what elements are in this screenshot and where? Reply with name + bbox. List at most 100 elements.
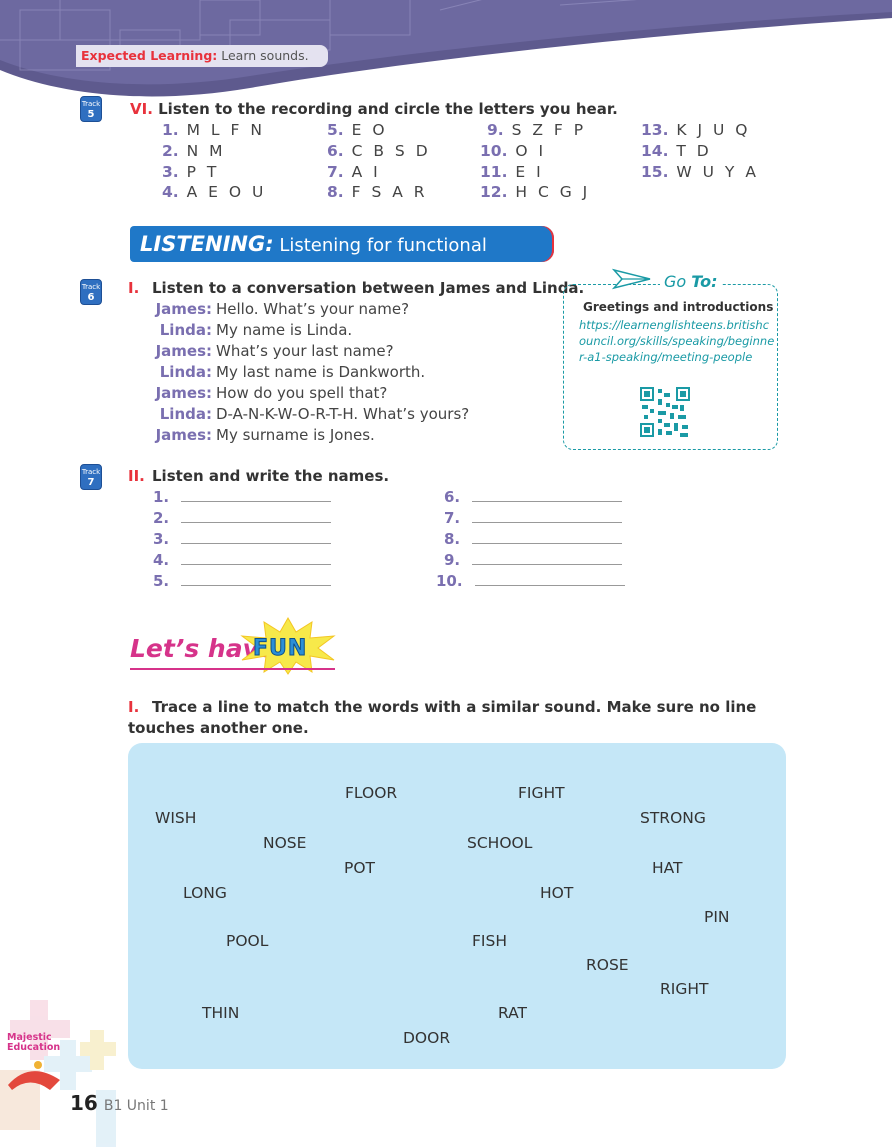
- letters-item[interactable]: 8. F S A R: [327, 183, 428, 201]
- dialogue-text: My name is Linda.: [216, 321, 353, 339]
- write-line[interactable]: 10.: [436, 572, 625, 590]
- item-number: 7.: [327, 163, 344, 181]
- goto-link[interactable]: https://learnenglishteens.britishcouncil…: [579, 317, 775, 365]
- item-letters: K J U Q: [676, 121, 751, 139]
- line-number: 10.: [436, 572, 463, 590]
- letters-item[interactable]: 10. O I: [480, 142, 546, 160]
- item-letters: A I: [351, 163, 381, 181]
- brand-line-2: Education: [7, 1042, 61, 1053]
- write-line[interactable]: 3.: [153, 530, 332, 548]
- item-number: 1.: [162, 121, 179, 139]
- word[interactable]: POT: [344, 859, 375, 877]
- item-letters: W U Y A: [676, 163, 759, 181]
- track-number: 5: [87, 109, 95, 120]
- word[interactable]: PIN: [704, 908, 730, 926]
- line-number: 4.: [153, 551, 170, 569]
- qr-code-icon[interactable]: [640, 387, 690, 437]
- track-word: Track: [81, 100, 101, 108]
- word[interactable]: RAT: [498, 1004, 527, 1022]
- item-letters: S Z F P: [511, 121, 587, 139]
- write-line[interactable]: 2.: [153, 509, 332, 527]
- letters-item[interactable]: 13. K J U Q: [641, 121, 750, 139]
- word[interactable]: HOT: [540, 884, 573, 902]
- dialogue-line: Linda: My last name is Dankworth.: [152, 363, 425, 381]
- word[interactable]: WISH: [155, 809, 196, 827]
- item-letters: C B S D: [351, 142, 431, 160]
- item-number: 5.: [327, 121, 344, 139]
- letters-item[interactable]: 7. A I: [327, 163, 381, 181]
- item-number: 3.: [162, 163, 179, 181]
- track-5-icon[interactable]: Track 5: [80, 96, 102, 122]
- word[interactable]: HAT: [652, 859, 683, 877]
- letters-item[interactable]: 11. E I: [480, 163, 544, 181]
- section-ii-numeral: II.: [128, 467, 145, 485]
- word[interactable]: FISH: [472, 932, 507, 950]
- line-number: 6.: [444, 488, 461, 506]
- section-i-title: I. Listen to a conversation between James…: [128, 279, 584, 297]
- track-7-icon[interactable]: Track 7: [80, 464, 102, 490]
- speaker: James:: [155, 384, 212, 402]
- speaker: James:: [155, 300, 212, 318]
- letters-item[interactable]: 5. E O: [327, 121, 388, 139]
- answer-blank[interactable]: [181, 501, 332, 502]
- write-line[interactable]: 1.: [153, 488, 332, 506]
- item-number: 14.: [641, 142, 669, 160]
- write-line[interactable]: 6.: [444, 488, 623, 506]
- line-number: 5.: [153, 572, 170, 590]
- word[interactable]: POOL: [226, 932, 268, 950]
- answer-blank[interactable]: [181, 522, 332, 523]
- letters-item[interactable]: 14. T D: [641, 142, 712, 160]
- word[interactable]: NOSE: [263, 834, 306, 852]
- word-board: FLOOR FIGHT WISH STRONG NOSE SCHOOL POT …: [128, 743, 786, 1069]
- answer-blank[interactable]: [472, 501, 623, 502]
- dialogue-line: James: How do you spell that?: [152, 384, 388, 402]
- answer-blank[interactable]: [472, 522, 623, 523]
- speaker: James:: [155, 426, 212, 444]
- letters-item[interactable]: 6. C B S D: [327, 142, 431, 160]
- write-line[interactable]: 9.: [444, 551, 623, 569]
- write-line[interactable]: 8.: [444, 530, 623, 548]
- section-i-text: Listen to a conversation between James a…: [152, 279, 585, 297]
- track-word: Track: [81, 468, 101, 476]
- word[interactable]: FIGHT: [518, 784, 565, 802]
- answer-blank[interactable]: [472, 543, 623, 544]
- letters-item[interactable]: 3. P T: [162, 163, 219, 181]
- letters-item[interactable]: 15. W U Y A: [641, 163, 759, 181]
- track-6-icon[interactable]: Track 6: [80, 279, 102, 305]
- unit-label: B1 Unit 1: [103, 1098, 169, 1114]
- answer-blank[interactable]: [474, 585, 625, 586]
- write-line[interactable]: 7.: [444, 509, 623, 527]
- line-number: 1.: [153, 488, 170, 506]
- fun-badge: FUN: [252, 636, 308, 662]
- dialogue-line: James: Hello. What’s your name?: [152, 300, 410, 318]
- speaker: James:: [155, 342, 212, 360]
- dialogue-text: D-A-N-K-W-O-R-T-H. What’s yours?: [216, 405, 470, 423]
- word[interactable]: RIGHT: [660, 980, 708, 998]
- letters-item[interactable]: 4. A E O U: [162, 183, 266, 201]
- write-line[interactable]: 4.: [153, 551, 332, 569]
- item-number: 2.: [162, 142, 179, 160]
- letters-item[interactable]: 9. S Z F P: [487, 121, 586, 139]
- speaker: Linda:: [159, 405, 212, 423]
- word[interactable]: DOOR: [403, 1029, 450, 1047]
- letters-item[interactable]: 2. N M: [162, 142, 226, 160]
- letters-item[interactable]: 1. M L F N: [162, 121, 265, 139]
- answer-blank[interactable]: [181, 564, 332, 565]
- item-letters: N M: [186, 142, 226, 160]
- word[interactable]: ROSE: [586, 956, 629, 974]
- word[interactable]: LONG: [183, 884, 227, 902]
- letters-item[interactable]: 12. H C G J: [480, 183, 590, 201]
- answer-blank[interactable]: [472, 564, 623, 565]
- word[interactable]: THIN: [202, 1004, 239, 1022]
- answer-blank[interactable]: [181, 585, 332, 586]
- word[interactable]: SCHOOL: [467, 834, 532, 852]
- word[interactable]: STRONG: [640, 809, 706, 827]
- listening-banner: LISTENING: Listening for functional lang…: [130, 226, 554, 292]
- match-instruction: I. Trace a line to match the words with a…: [128, 697, 788, 739]
- answer-blank[interactable]: [181, 543, 332, 544]
- write-line[interactable]: 5.: [153, 572, 332, 590]
- track-word: Track: [81, 283, 101, 291]
- fun-underline: [130, 668, 335, 670]
- word[interactable]: FLOOR: [345, 784, 397, 802]
- item-number: 13.: [641, 121, 669, 139]
